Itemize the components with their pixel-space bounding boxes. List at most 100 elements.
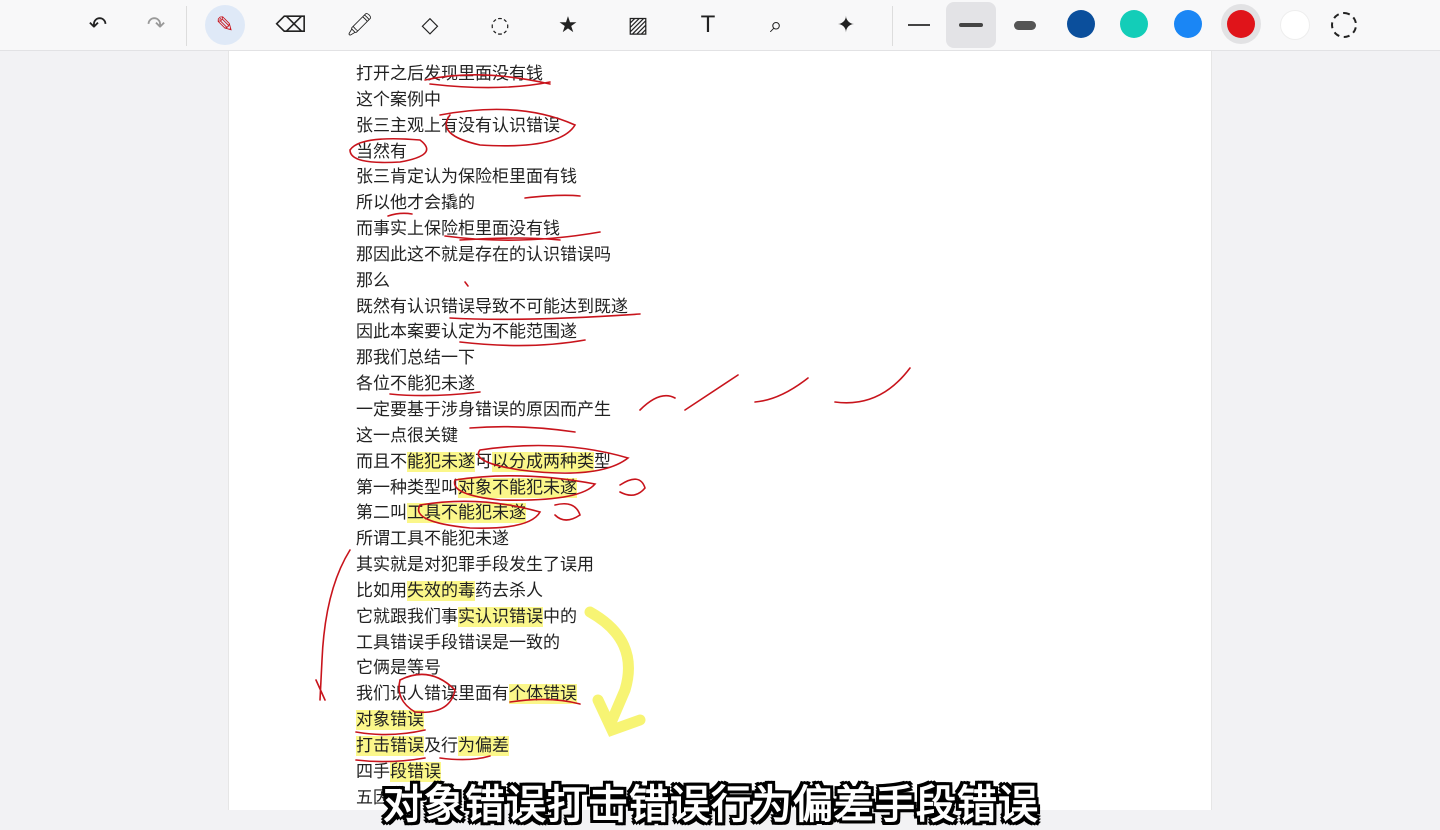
add-color-button[interactable] [1324,5,1364,45]
highlighted-text: 个体错误 [509,684,577,705]
redo-button[interactable]: ↷ [136,5,176,45]
toolbar: ↶ ↷ ✎ ⌫ 🖍 ◇ ◌ ★ ▨ T ⌕ ✦ [0,0,1440,51]
highlighted-text: 对象错误 [356,710,424,731]
text-segment: 所谓工具不能犯未遂 [356,529,509,550]
text-segment: 所以他才会撬的 [356,193,475,214]
highlighted-text: 能犯未遂 [407,451,475,472]
highlighted-text: 实认识错误 [458,606,543,627]
sticker-icon: ★ [558,12,578,38]
thick-stroke-button[interactable] [1005,5,1045,45]
pen-button[interactable]: ✎ [205,5,245,45]
color-swatch[interactable] [1280,10,1310,40]
highlighted-text: 为偏差 [458,735,509,756]
text-line: 比如用失效的毒药去杀人 [356,579,628,605]
color-swatch[interactable] [1174,10,1202,38]
text-icon: T [701,12,715,38]
text-line: 而且不能犯未遂可以分成两种类型 [356,450,628,476]
text-line: 各位不能犯未遂 [356,372,628,398]
text-segment: 它俩是等号 [356,658,441,679]
image-icon: ▨ [627,12,649,38]
medium-stroke-button[interactable] [946,2,996,48]
text-line: 其实就是对犯罪手段发生了误用 [356,553,628,579]
undo-icon: ↶ [88,12,108,38]
text-segment: 第二叫 [356,503,407,524]
color-swatch[interactable] [1067,10,1095,38]
text-line: 这个案例中 [356,88,628,114]
text-segment: 及行 [424,735,458,756]
text-line: 它就跟我们事实认识错误中的 [356,605,628,631]
text-segment: 打开之后发现里面没有钱 [356,64,543,84]
laser-pointer-button[interactable]: ✦ [826,5,866,45]
image-search-icon: ⌕ [769,12,783,38]
text-line: 第二叫工具不能犯未遂 [356,501,628,527]
text-segment: 型 [594,451,611,472]
text-segment: 那我们总结一下 [356,348,475,369]
text-segment: 第一种类型叫 [356,477,458,498]
color-swatch[interactable] [1227,10,1255,38]
undo-button[interactable]: ↶ [78,5,118,45]
text-line: 一定要基于涉身错误的原因而产生 [356,398,628,424]
text-line: 打开之后发现里面没有钱 [356,62,628,88]
text-segment: 我们识人错误里面有 [356,684,509,705]
text-line: 所谓工具不能犯未遂 [356,527,628,553]
text-line: 那我们总结一下 [356,346,628,372]
text-line: 它俩是等号 [356,656,628,682]
note-text: 打开之后发现里面没有钱 这个案例中张三主观上有没有认识错误 当然有张三肯定认为保险柜… [356,62,628,811]
text-segment: 药去杀人 [475,580,543,601]
text-line: 打击错误及行为偏差 [356,734,628,760]
text-line: 因此本案要认定为不能范围遂 [356,320,628,346]
toolbar-divider [186,6,187,46]
text-line: 张三主观上有没有认识错误 [356,114,628,140]
image-button[interactable]: ▨ [618,5,658,45]
text-line: 那么 [356,269,628,295]
color-swatch[interactable] [1120,10,1148,38]
redo-icon: ↷ [146,12,166,38]
video-subtitle: 对象错误打击错误行为偏差手段错误 [383,782,1039,828]
text-segment: 中的 [543,606,577,627]
highlighted-text: 工具不能犯未遂 [407,503,526,524]
text-line: 所以他才会撬的 [356,191,628,217]
text-line: 这一点很关键 [356,424,628,450]
pen-icon: ✎ [215,12,235,38]
text-segment: 张三肯定认为保险柜里面有钱 [356,167,577,188]
highlighter-icon: 🖍 [346,12,374,38]
text-line: 而事实上保险柜里面没有钱 [356,217,628,243]
text-line: 工具错误手段错误是一致的 [356,631,628,657]
text-segment: 那因此这不就是存在的认识错误吗 [356,244,611,265]
text-segment: 而且不 [356,451,407,472]
lasso-icon: ◌ [490,12,510,38]
highlighted-text: 对象不能犯未遂 [458,477,577,498]
text-button[interactable]: T [688,5,728,45]
laser-pointer-icon: ✦ [836,12,856,38]
thin-stroke-button[interactable] [899,5,939,45]
text-segment: 这个案例中 [356,89,441,110]
eraser-button[interactable]: ⌫ [271,5,311,45]
sticker-button[interactable]: ★ [548,5,588,45]
text-segment: 工具错误手段错误是一致的 [356,632,560,653]
eraser-icon: ⌫ [275,12,307,38]
text-line: 张三肯定认为保险柜里面有钱 [356,165,628,191]
text-segment: 一定要基于涉身错误的原因而产生 [356,399,611,420]
image-search-button[interactable]: ⌕ [756,5,796,45]
text-segment: 张三主观上有没有认识错误 [356,115,560,136]
highlighted-text: 打击错误 [356,735,424,756]
text-line: 我们识人错误里面有个体错误 [356,682,628,708]
lasso-button[interactable]: ◌ [480,5,520,45]
highlighted-text: 失效的毒 [407,580,475,601]
text-segment: 这一点很关键 [356,425,458,446]
text-line: 第一种类型叫对象不能犯未遂 [356,476,628,502]
text-segment: 当然有 [356,141,407,162]
text-segment: 而事实上保险柜里面没有钱 [356,219,560,240]
text-segment: 各位不能犯未遂 [356,374,475,395]
text-line: 当然有 [356,140,628,166]
text-segment: 比如用 [356,580,407,601]
toolbar-divider [892,6,893,46]
shapes-button[interactable]: ◇ [410,5,450,45]
text-segment: 因此本案要认定为不能范围遂 [356,322,577,343]
text-line: 那因此这不就是存在的认识错误吗 [356,243,628,269]
highlighter-button[interactable]: 🖍 [340,5,380,45]
text-segment: 既然有认识错误导致不可能达到既遂 [356,296,628,317]
text-segment: 其实就是对犯罪手段发生了误用 [356,555,594,576]
text-segment: 它就跟我们事 [356,606,458,627]
text-line: 对象错误 [356,708,628,734]
